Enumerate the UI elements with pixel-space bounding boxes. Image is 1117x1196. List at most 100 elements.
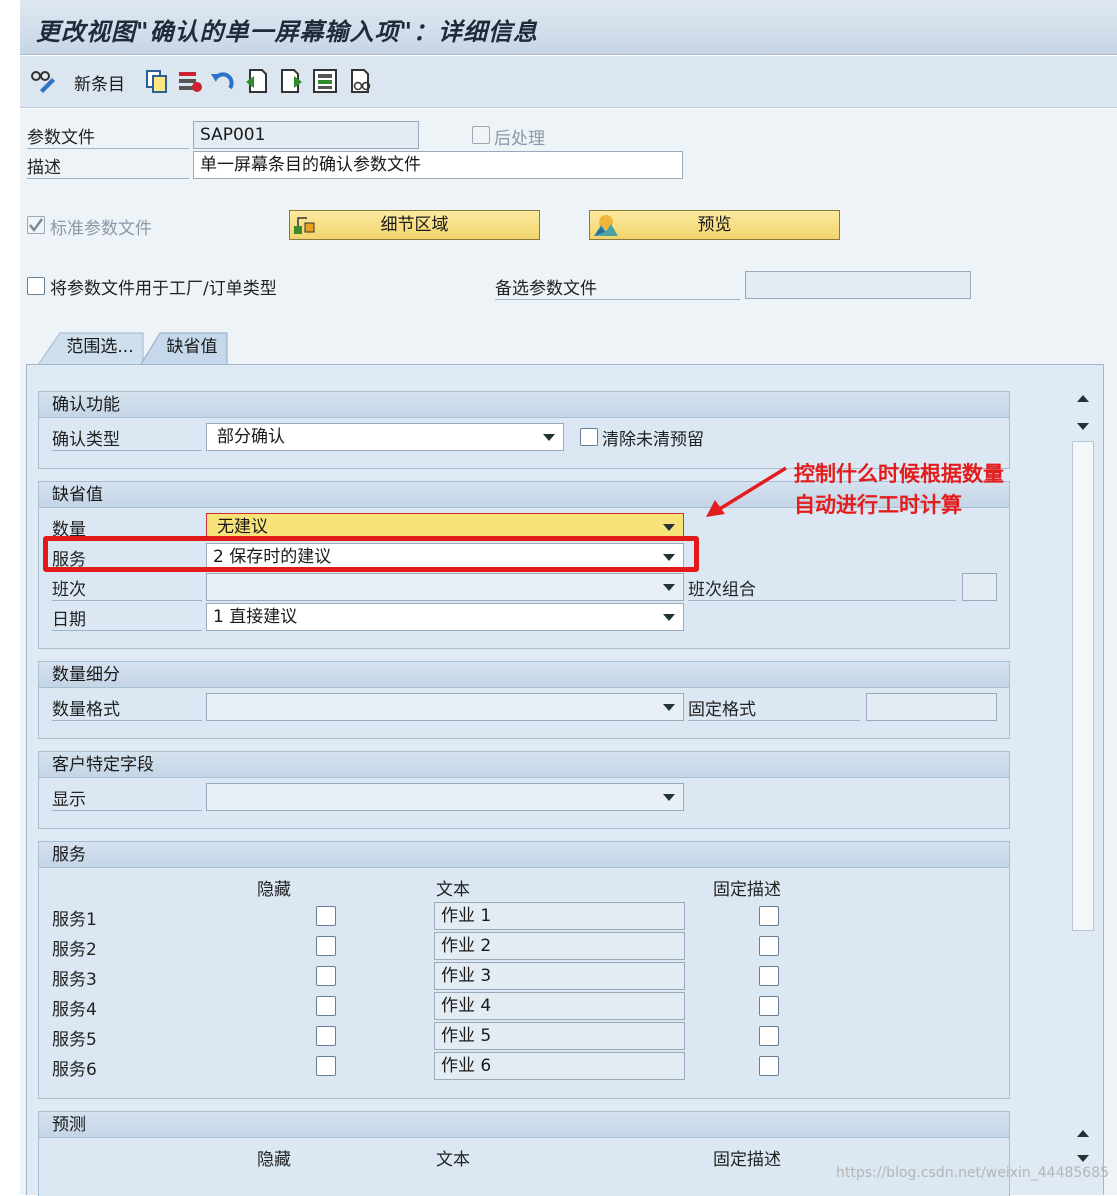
new-entry-button[interactable]: 新条目 bbox=[74, 70, 125, 95]
tab-range-selection-label: 范围选... bbox=[66, 337, 134, 357]
service-text-field[interactable]: 作业 4 bbox=[434, 992, 685, 1020]
shift-label: 班次 bbox=[52, 575, 202, 601]
next-entry-icon[interactable] bbox=[278, 68, 304, 94]
service-hide-checkbox[interactable] bbox=[316, 1056, 336, 1076]
chevron-down-icon bbox=[663, 794, 675, 801]
copy-icon[interactable] bbox=[144, 68, 170, 94]
service-row-label: 服务5 bbox=[52, 1030, 97, 1050]
preview-icon bbox=[594, 215, 618, 236]
chevron-down-icon bbox=[663, 704, 675, 711]
previous-entry-icon[interactable] bbox=[244, 68, 270, 94]
display-dropdown[interactable] bbox=[206, 783, 684, 811]
group-title: 确认功能 bbox=[39, 392, 1009, 418]
plant-order-type-label: 将参数文件用于工厂/订单类型 bbox=[50, 279, 277, 299]
service-fixed-checkbox[interactable] bbox=[759, 996, 779, 1016]
shift-combination-label: 班次组合 bbox=[688, 575, 956, 601]
chevron-down-icon bbox=[663, 584, 675, 591]
shift-combination-field[interactable] bbox=[962, 573, 997, 601]
scroll-up-icon[interactable] bbox=[1077, 1130, 1089, 1137]
scroll-up-icon[interactable] bbox=[1077, 395, 1089, 402]
service-text-field[interactable]: 作业 5 bbox=[434, 1022, 685, 1050]
glasses-edit-icon[interactable] bbox=[30, 68, 56, 94]
annotation-line-1: 控制什么时候根据数量 bbox=[794, 462, 1004, 486]
watermark: https://blog.csdn.net/weixin_44485685 bbox=[836, 1165, 1110, 1181]
column-hide-header: 隐藏 bbox=[257, 1150, 291, 1170]
date-value: 1 直接建议 bbox=[213, 607, 298, 627]
scrollbar-thumb[interactable] bbox=[1072, 441, 1094, 931]
description-label: 描述 bbox=[27, 153, 189, 179]
clear-reservations-checkbox[interactable] bbox=[580, 428, 598, 446]
column-text-header: 文本 bbox=[436, 1150, 470, 1170]
standard-profile-label: 标准参数文件 bbox=[50, 219, 152, 239]
service-row-label: 服务3 bbox=[52, 970, 97, 990]
service-text-field[interactable]: 作业 3 bbox=[434, 962, 685, 990]
detail-area-button[interactable]: 细节区域 bbox=[289, 210, 540, 240]
confirmation-type-label: 确认类型 bbox=[52, 425, 202, 451]
chevron-down-icon bbox=[663, 614, 675, 621]
group-title: 服务 bbox=[39, 842, 1009, 868]
postprocess-checkbox[interactable] bbox=[472, 126, 490, 144]
fixed-format-label: 固定格式 bbox=[688, 695, 860, 721]
column-fixed-header: 固定描述 bbox=[713, 1150, 781, 1170]
description-field[interactable]: 单一屏幕条目的确认参数文件 bbox=[193, 151, 683, 179]
service-hide-checkbox[interactable] bbox=[316, 996, 336, 1016]
preview-label: 预览 bbox=[697, 215, 732, 235]
service-fixed-checkbox[interactable] bbox=[759, 966, 779, 986]
preview-button[interactable]: 预览 bbox=[589, 210, 840, 240]
service-fixed-checkbox[interactable] bbox=[759, 936, 779, 956]
group-title: 数量细分 bbox=[39, 662, 1009, 688]
service-row-label: 服务4 bbox=[52, 1000, 97, 1020]
service-hide-checkbox[interactable] bbox=[316, 966, 336, 986]
chevron-down-icon bbox=[543, 434, 555, 441]
quantity-format-label: 数量格式 bbox=[52, 695, 202, 721]
highlight-box bbox=[43, 536, 699, 572]
postprocess-label: 后处理 bbox=[494, 129, 545, 149]
window-title-bar: 更改视图"确认的单一屏幕输入项"：详细信息 bbox=[20, 0, 1117, 55]
scroll-down-icon[interactable] bbox=[1077, 423, 1089, 430]
undo-icon[interactable] bbox=[210, 68, 236, 94]
display-entry-icon[interactable] bbox=[348, 68, 374, 94]
tab-range-selection[interactable]: 范围选... bbox=[38, 331, 144, 365]
chevron-down-icon bbox=[663, 524, 675, 531]
service-row-label: 服务2 bbox=[52, 940, 97, 960]
scroll-down-icon[interactable] bbox=[1077, 1155, 1089, 1162]
profile-field[interactable]: SAP001 bbox=[193, 121, 419, 149]
tab-defaults-label: 缺省值 bbox=[166, 337, 218, 357]
standard-profile-checkbox[interactable] bbox=[27, 216, 45, 234]
column-fixed-header: 固定描述 bbox=[713, 880, 781, 900]
vertical-scrollbar[interactable] bbox=[1070, 385, 1096, 1175]
clear-reservations-label: 清除未清预留 bbox=[602, 430, 704, 450]
column-text-header: 文本 bbox=[436, 880, 470, 900]
service-hide-checkbox[interactable] bbox=[316, 936, 336, 956]
annotation-arrow-icon bbox=[706, 466, 787, 517]
delete-icon[interactable] bbox=[177, 68, 203, 94]
select-entry-icon[interactable] bbox=[312, 68, 338, 94]
tab-defaults[interactable]: 缺省值 bbox=[140, 331, 228, 366]
date-label: 日期 bbox=[52, 605, 202, 631]
service-row-label: 服务6 bbox=[52, 1060, 97, 1080]
group-title: 预测 bbox=[39, 1112, 1009, 1138]
alt-profile-field[interactable] bbox=[745, 271, 971, 299]
quantity-format-dropdown[interactable] bbox=[206, 693, 684, 721]
page-title: 更改视图"确认的单一屏幕输入项"：详细信息 bbox=[36, 17, 539, 46]
service-text-field[interactable]: 作业 1 bbox=[434, 902, 685, 930]
service-hide-checkbox[interactable] bbox=[316, 906, 336, 926]
annotation-line-2: 自动进行工时计算 bbox=[794, 493, 962, 517]
confirmation-type-value: 部分确认 bbox=[217, 427, 285, 447]
customer-fields-group: 客户特定字段 显示 bbox=[38, 751, 1010, 829]
alt-profile-label: 备选参数文件 bbox=[495, 274, 740, 300]
service-fixed-checkbox[interactable] bbox=[759, 1026, 779, 1046]
service-fixed-checkbox[interactable] bbox=[759, 1056, 779, 1076]
application-toolbar: 新条目 bbox=[20, 56, 1117, 108]
service-text-field[interactable]: 作业 6 bbox=[434, 1052, 685, 1080]
profile-label: 参数文件 bbox=[27, 123, 189, 149]
date-dropdown[interactable]: 1 直接建议 bbox=[206, 603, 684, 631]
plant-order-type-checkbox[interactable] bbox=[27, 277, 45, 295]
service-fixed-checkbox[interactable] bbox=[759, 906, 779, 926]
shift-dropdown[interactable] bbox=[206, 573, 684, 601]
service-text-field[interactable]: 作业 2 bbox=[434, 932, 685, 960]
services-group: 服务 隐藏 文本 固定描述 服务1 作业 1 服务2 作业 2 服务3 作业 3… bbox=[38, 841, 1010, 1099]
fixed-format-field[interactable] bbox=[866, 693, 997, 721]
confirmation-type-dropdown[interactable]: 部分确认 bbox=[206, 423, 564, 451]
service-hide-checkbox[interactable] bbox=[316, 1026, 336, 1046]
